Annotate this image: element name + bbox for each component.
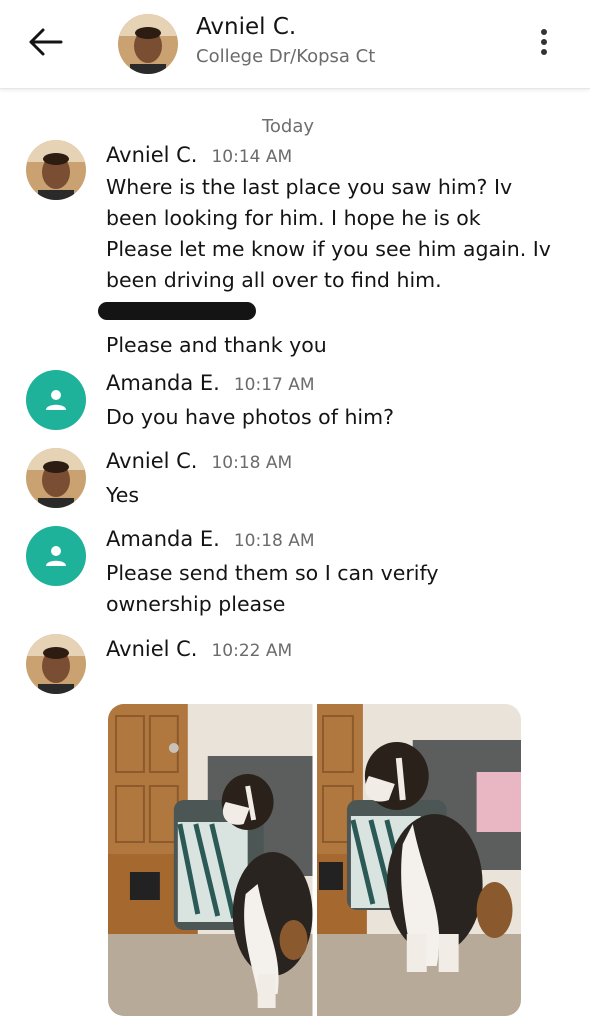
message-body: Do you have photos of him? <box>106 405 394 429</box>
sender-avatar[interactable] <box>26 448 86 508</box>
person-icon <box>46 390 66 410</box>
message-body: Where is the last place you saw him? Iv … <box>98 172 576 361</box>
message-body: Yes <box>106 483 140 507</box>
message-time: 10:22 AM <box>211 641 293 661</box>
dog-photo-1[interactable] <box>108 704 313 1016</box>
contact-avatar[interactable] <box>118 14 178 74</box>
message-time: 10:17 AM <box>233 375 315 395</box>
message-time: 10:14 AM <box>211 147 293 167</box>
message-time: 10:18 AM <box>211 453 293 473</box>
more-options-button[interactable] <box>528 22 560 62</box>
sender-name: Avniel C. <box>106 449 198 473</box>
message-body: Please send them so I can verify ownersh… <box>106 561 439 616</box>
sender-avatar[interactable] <box>26 140 86 200</box>
date-separator: Today <box>261 116 315 137</box>
arrow-left-icon <box>29 28 63 56</box>
dog-photo-2[interactable] <box>316 704 521 1016</box>
sender-avatar[interactable] <box>26 526 86 586</box>
message-time: 10:18 AM <box>233 531 315 551</box>
more-vertical-icon <box>541 29 547 35</box>
back-button[interactable] <box>22 22 68 62</box>
contact-name: Avniel C. <box>196 14 297 40</box>
sender-name: Avniel C. <box>106 637 198 661</box>
person-icon <box>46 546 66 566</box>
contact-location: College Dr/Kopsa Ct <box>196 46 376 67</box>
sender-name: Amanda E. <box>106 527 220 551</box>
sender-name: Avniel C. <box>106 143 198 167</box>
sender-name: Amanda E. <box>106 371 220 395</box>
photo-attachments <box>108 704 521 1016</box>
redaction-bar <box>98 302 256 320</box>
conversation-header: Avniel C. College Dr/Kopsa Ct <box>0 0 590 89</box>
sender-avatar[interactable] <box>26 634 86 694</box>
sender-avatar[interactable] <box>26 370 86 430</box>
